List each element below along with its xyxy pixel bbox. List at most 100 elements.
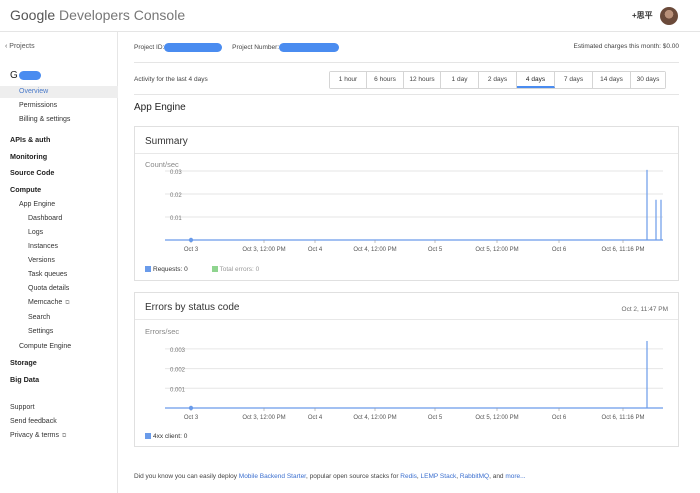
range-button-7-days[interactable]: 7 days [555,72,593,88]
y-tick-label: 0.02 [170,193,182,199]
project-id-label: Project ID: [134,44,165,52]
sidebar-item-logs[interactable]: Logs [0,227,118,239]
data-point-start [188,405,194,411]
data-point-start [188,237,194,243]
sidebar-item-compute-engine[interactable]: Compute Engine [0,341,118,353]
project-number-label: Project Number: [232,44,280,52]
redacted-project-name [18,70,41,80]
x-tick-label: Oct 6 [552,415,567,421]
y-axis-label: Count/sec [145,160,179,169]
sidebar-item-label: Billing & settings [19,116,71,123]
sidebar-item-storage[interactable]: Storage [0,357,118,369]
sidebar-item-overview[interactable]: Overview [0,86,118,98]
sidebar-item-billing-settings[interactable]: Billing & settings [0,114,118,126]
sidebar-item-label: Support [10,404,35,411]
sidebar-item-permissions[interactable]: Permissions [0,100,118,112]
sidebar-item-quota-details[interactable]: Quota details [0,283,118,295]
sidebar-item-support[interactable]: Support [0,402,118,414]
x-tick-label: Oct 5 [428,247,443,253]
external-link-icon: ⧉ [62,433,67,439]
range-button-14-days[interactable]: 14 days [593,72,631,88]
mobile-backend-link[interactable]: Mobile Backend Starter [239,473,306,480]
y-tick-label: 0.01 [170,216,182,222]
sidebar-item-send-feedback[interactable]: Send feedback [0,416,118,428]
sidebar-item-label: Privacy & terms [10,432,60,439]
sidebar-item-label: Instances [28,243,58,250]
chart-timestamp: Oct 2, 11:47 PM [621,306,668,313]
sidebar-item-label: Memcache [28,299,63,306]
time-range-selector: 1 hour 6 hours 12 hours 1 day 2 days 4 days 7 … [329,71,666,89]
sidebar-item-instances[interactable]: Instances [0,241,118,253]
sidebar-item-privacy-terms[interactable]: Privacy & terms ⧉ [0,430,118,442]
legend-swatch-4xx [145,433,151,440]
divider [135,153,678,154]
x-tick-label: Oct 4 [308,247,323,253]
range-button-2-days[interactable]: 2 days [479,72,517,88]
sidebar-item-big-data[interactable]: Big Data [0,374,118,386]
chart-legend: Requests: 0 Total errors: 0 [145,266,259,273]
y-tick-label: 0.002 [170,368,186,374]
sidebar-item-label: Search [28,314,51,321]
sidebar-item-task-queues[interactable]: Task queues [0,269,118,281]
sidebar-item-label: Source Code [10,168,55,177]
sidebar-item-label: Big Data [10,375,40,384]
sidebar-item-apis-auth[interactable]: APIs & auth [0,134,118,146]
range-button-4-days[interactable]: 4 days [517,72,555,88]
projects-back-link[interactable]: ‹ Projects [0,41,118,53]
sidebar-item-source-code[interactable]: Source Code [0,167,118,179]
range-button-1-day[interactable]: 1 day [441,72,479,88]
x-tick-label: Oct 5 [428,415,443,421]
x-tick-label: Oct 4 [308,415,323,421]
x-tick-label: Oct 5, 12:00 PM [475,415,518,421]
y-axis-label: Errors/sec [145,327,180,336]
external-link-icon: ⧉ [65,300,70,306]
avatar[interactable] [660,7,678,25]
redis-link[interactable]: Redis [400,473,417,480]
divider [135,319,678,320]
app-logo[interactable]: Google Developers Console [10,7,185,23]
sidebar-item-memcache[interactable]: Memcache ⧉ [0,297,118,309]
sidebar-item-settings[interactable]: Settings [0,326,118,338]
sidebar-item-dashboard[interactable]: Dashboard [0,213,118,225]
sidebar-item-label: Compute Engine [19,343,72,350]
estimated-charges: Estimated charges this month: $0.00 [573,43,679,50]
sidebar-item-compute[interactable]: Compute [0,184,118,196]
tip-banner: Did you know you can easily deploy Mobil… [134,473,526,480]
tip-text: Did you know you can easily deploy [134,473,239,480]
sidebar-item-label: Monitoring [10,152,48,161]
legend-swatch-requests [145,266,151,273]
range-button-6-hours[interactable]: 6 hours [367,72,404,88]
main-content: Project ID: Project Number: Estimated ch… [118,32,700,493]
rabbitmq-link[interactable]: RabbitMQ [460,473,489,480]
sidebar-item-search[interactable]: Search [0,312,118,324]
sidebar-item-monitoring[interactable]: Monitoring [0,151,118,163]
x-tick-label: Oct 4, 12:00 PM [353,415,396,421]
project-initial: G [10,70,18,81]
section-title: App Engine [134,102,186,113]
sidebar-item-label: Send feedback [10,418,57,425]
lemp-link[interactable]: LEMP Stack [421,473,457,480]
summary-chart[interactable]: 0.03 0.02 0.01 Oct 3 Oct 3, 12:00 PM Oct 4 Oct… [135,169,678,269]
sidebar-item-label: Task queues [28,271,68,278]
x-tick-label: Oct 3 [184,415,199,421]
sidebar-item-label: Logs [28,229,44,236]
sidebar-item-app-engine[interactable]: App Engine [0,199,118,211]
errors-card: Errors by status code Oct 2, 11:47 PM Er… [134,292,679,447]
divider [134,94,679,95]
tip-text: , popular open source stacks for [305,473,401,480]
y-tick-label: 0.003 [170,348,186,354]
more-link[interactable]: more... [505,473,525,480]
user-name-link[interactable]: +思平 [632,10,653,21]
legend-swatch-errors [211,266,218,273]
range-button-30-days[interactable]: 30 days [631,72,665,88]
sidebar-item-versions[interactable]: Versions [0,255,118,267]
divider [134,62,679,63]
errors-chart[interactable]: 0.003 0.002 0.001 Oct 3 Oct 3, 12:00 PM Oct 4… [135,337,678,437]
sidebar-item-label: Quota details [28,285,70,292]
legend-requests[interactable]: Requests: 0 [153,266,188,273]
range-button-1-hour[interactable]: 1 hour [330,72,367,88]
legend-total-errors[interactable]: Total errors: 0 [220,266,260,273]
range-button-12-hours[interactable]: 12 hours [404,72,441,88]
sidebar-item-label: Storage [10,358,37,367]
legend-4xx-client[interactable]: 4xx client: 0 [153,433,187,440]
